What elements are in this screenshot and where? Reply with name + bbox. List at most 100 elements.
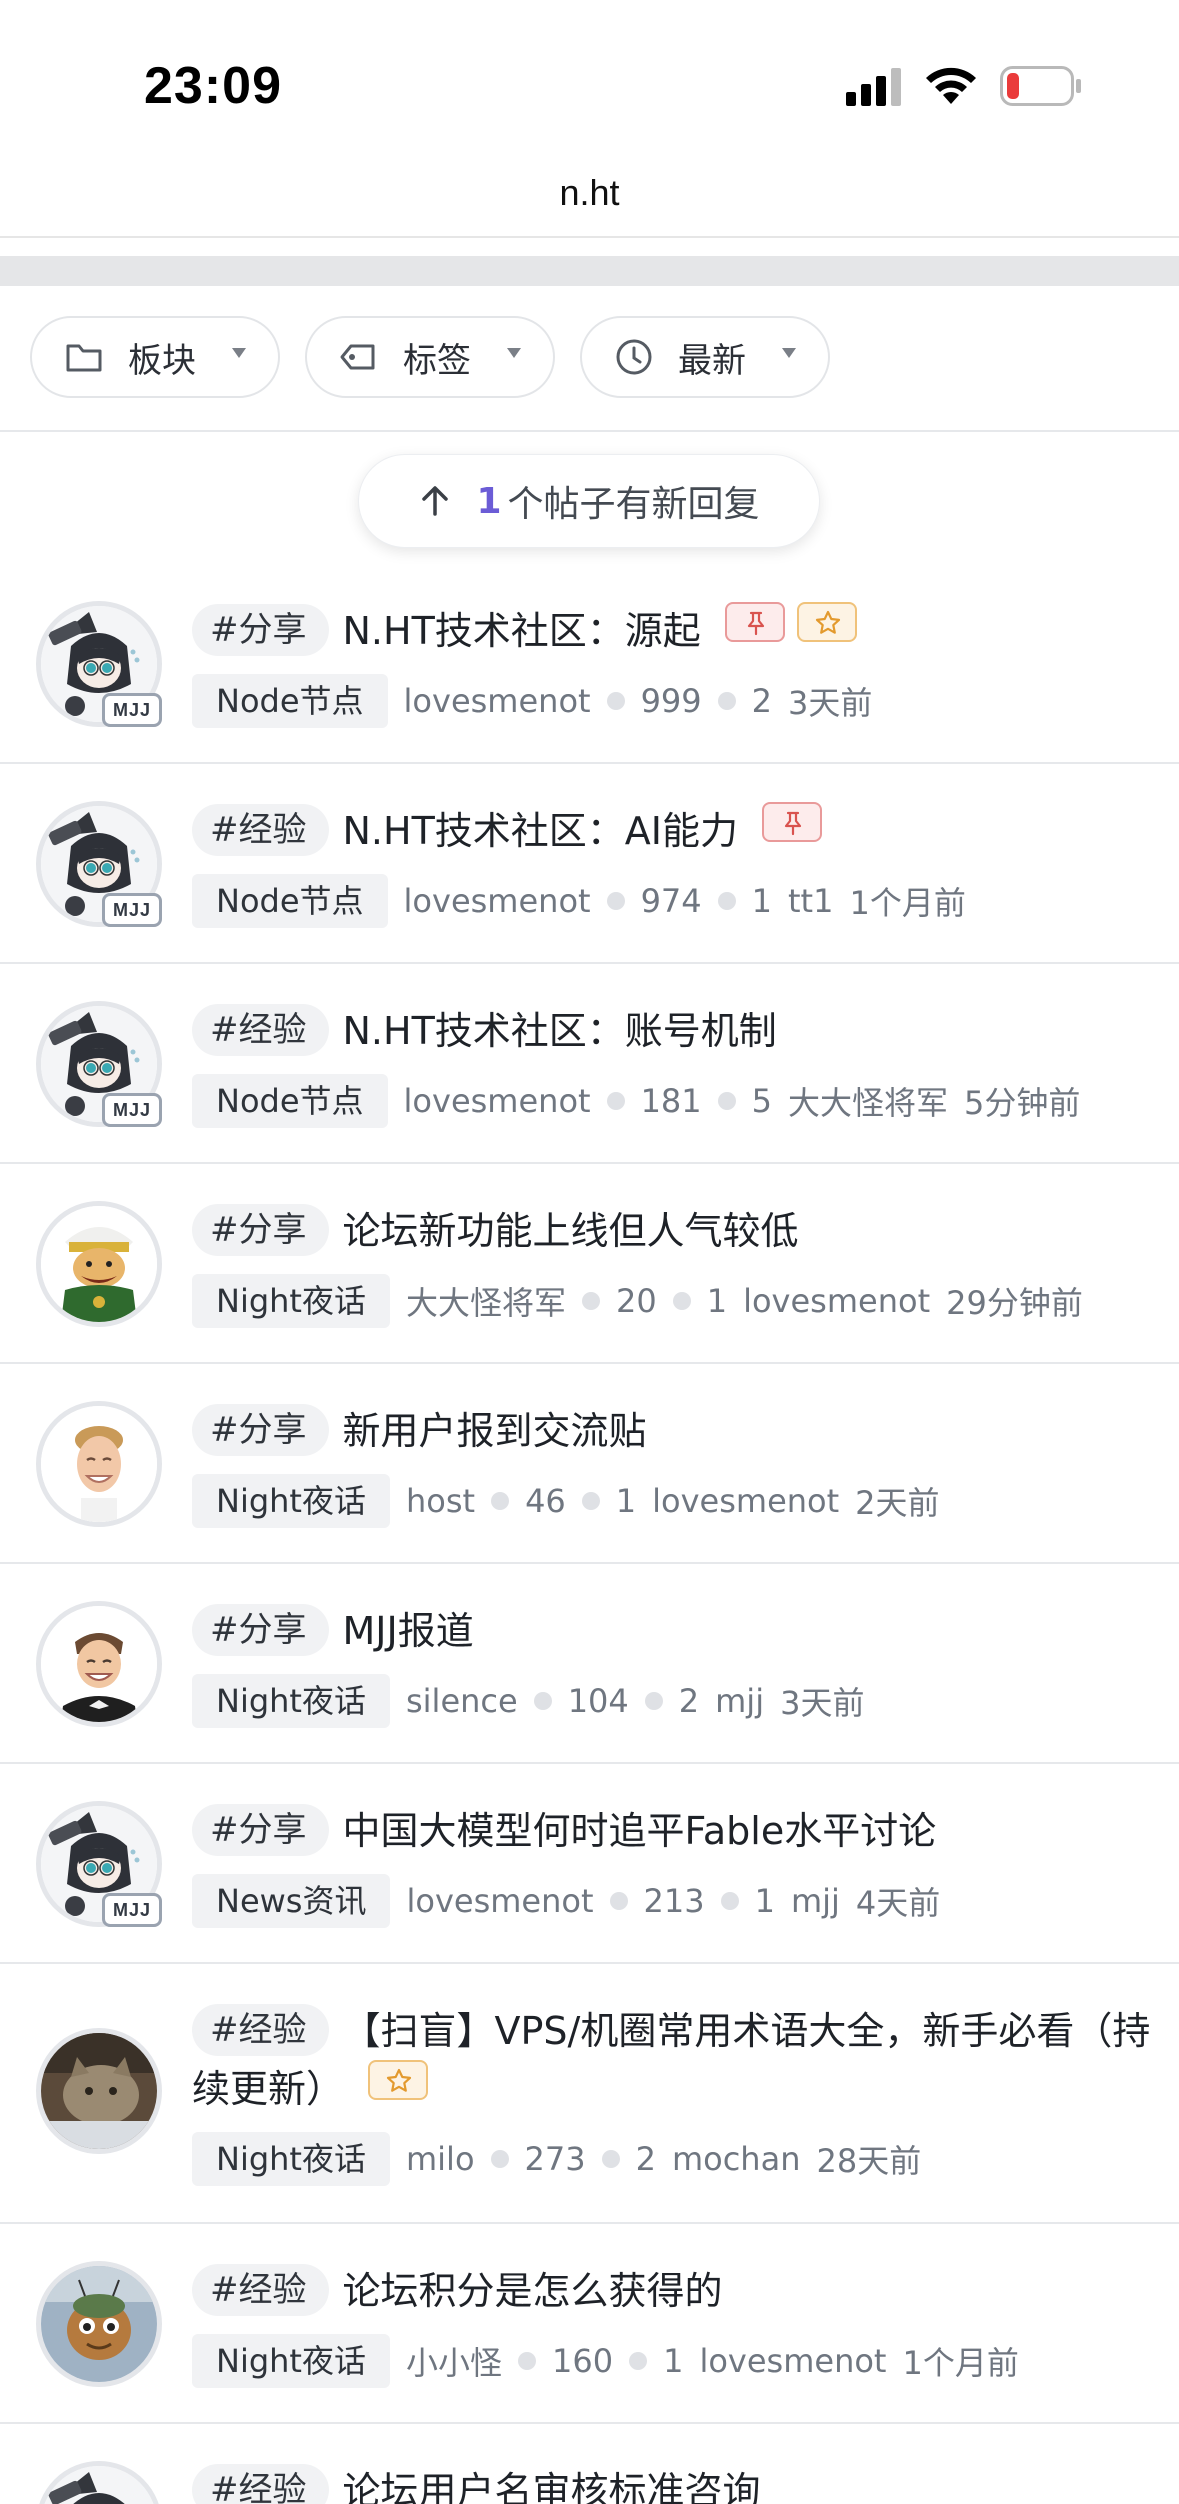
post-last-reply-user[interactable]: 大大怪将军 bbox=[788, 1078, 948, 1124]
post-item[interactable]: #经验 论坛积分是怎么获得的 Night夜话 小小怪 160 1 lovesmenot 1个… bbox=[0, 2224, 1179, 2424]
post-title[interactable]: N.HT技术社区：AI能力 bbox=[343, 809, 739, 853]
post-title-line[interactable]: #经验 论坛积分是怎么获得的 bbox=[192, 2262, 1159, 2320]
avatar[interactable] bbox=[36, 1601, 162, 1727]
post-tag[interactable]: #分享 bbox=[192, 1804, 329, 1856]
post-replies: 5 bbox=[751, 1082, 772, 1120]
pin-icon bbox=[762, 802, 823, 842]
post-title-line[interactable]: #经验 N.HT技术社区：AI能力 bbox=[192, 802, 1159, 860]
folder-icon bbox=[66, 344, 102, 372]
post-title-line[interactable]: #经验 N.HT技术社区：账号机制 bbox=[192, 1002, 1159, 1060]
post-item[interactable]: #经验 论坛用户名审核标准咨询 bbox=[0, 2424, 1179, 2504]
post-author[interactable]: host bbox=[406, 1482, 475, 1520]
post-replies: 1 bbox=[663, 2342, 684, 2380]
post-title[interactable]: 论坛积分是怎么获得的 bbox=[343, 2269, 723, 2313]
post-tag[interactable]: #分享 bbox=[192, 1404, 329, 1456]
avatar[interactable] bbox=[36, 2028, 162, 2154]
avatar-image bbox=[41, 2266, 157, 2382]
post-author[interactable]: lovesmenot bbox=[404, 682, 591, 720]
star-icon bbox=[796, 602, 857, 642]
post-replies: 2 bbox=[678, 1682, 700, 1720]
post-category[interactable]: Night夜话 bbox=[192, 2334, 390, 2388]
post-item[interactable]: #经验 【扫盲】VPS/机圈常用术语大全，新手必看（持续更新） Night夜话 mi… bbox=[0, 1964, 1179, 2224]
post-author[interactable]: lovesmenot bbox=[406, 1882, 593, 1920]
post-tag[interactable]: #经验 bbox=[192, 2004, 329, 2056]
post-item[interactable]: #经验 N.HT技术社区：账号机制 Node节点 lovesmenot 181 5 大大怪… bbox=[0, 964, 1179, 1164]
post-tag[interactable]: #分享 bbox=[192, 604, 329, 656]
avatar-image bbox=[41, 1606, 157, 1722]
avatar[interactable] bbox=[36, 1201, 162, 1327]
avatar[interactable] bbox=[36, 2461, 162, 2504]
filter-category-button[interactable]: 板块 bbox=[30, 316, 280, 398]
post-tag[interactable]: #经验 bbox=[192, 2264, 329, 2316]
dot-icon bbox=[609, 1892, 628, 1910]
post-last-reply-user[interactable]: lovesmenot bbox=[652, 1482, 839, 1520]
dot-icon bbox=[720, 1892, 739, 1910]
post-title-line[interactable]: #分享 论坛新功能上线但人气较低 bbox=[192, 1202, 1159, 1260]
post-title[interactable]: MJJ报道 bbox=[343, 1609, 474, 1653]
post-title[interactable]: 【扫盲】VPS/机圈常用术语大全，新手必看（持续更新） bbox=[192, 2009, 1150, 2111]
post-meta: Node节点 lovesmenot 999 2 3天前 bbox=[192, 674, 1159, 728]
status-bar: 23:09 n.ht bbox=[0, 0, 1179, 213]
post-category[interactable]: Node节点 bbox=[192, 874, 388, 928]
post-tag[interactable]: #经验 bbox=[192, 804, 329, 856]
post-item[interactable]: #分享 论坛新功能上线但人气较低 Night夜话 大大怪将军 20 1 lovesmeno… bbox=[0, 1164, 1179, 1364]
dot-icon bbox=[533, 1692, 552, 1710]
new-replies-text: 个帖子有新回复 bbox=[507, 484, 760, 525]
post-category[interactable]: Night夜话 bbox=[192, 1274, 390, 1328]
post-author[interactable]: milo bbox=[406, 2140, 475, 2178]
post-title-line[interactable]: #经验 论坛用户名审核标准咨询 bbox=[192, 2462, 1159, 2504]
dot-icon bbox=[629, 2352, 648, 2370]
post-title-line[interactable]: #分享 N.HT技术社区：源起 bbox=[192, 602, 1159, 660]
post-tag[interactable]: #经验 bbox=[192, 1004, 329, 1056]
post-tag[interactable]: #分享 bbox=[192, 1204, 329, 1256]
post-author[interactable]: silence bbox=[406, 1682, 518, 1720]
post-tag[interactable]: #经验 bbox=[192, 2464, 329, 2504]
post-category[interactable]: Night夜话 bbox=[192, 2132, 390, 2186]
post-replies: 2 bbox=[635, 2140, 656, 2178]
post-views: 20 bbox=[616, 1282, 657, 1320]
post-title[interactable]: 中国大模型何时追平Fable水平讨论 bbox=[343, 1809, 937, 1853]
post-title[interactable]: 论坛用户名审核标准咨询 bbox=[343, 2469, 761, 2504]
post-author[interactable]: 大大怪将军 bbox=[406, 1278, 566, 1324]
post-meta: Night夜话 大大怪将军 20 1 lovesmenot 29分钟前 bbox=[192, 1274, 1159, 1328]
post-replies: 1 bbox=[751, 882, 772, 920]
post-title[interactable]: N.HT技术社区：账号机制 bbox=[343, 1009, 777, 1053]
new-replies-button[interactable]: 1 个帖子有新回复 bbox=[358, 454, 820, 548]
post-last-reply-user[interactable]: lovesmenot bbox=[743, 1282, 930, 1320]
post-title-line[interactable]: #经验 【扫盲】VPS/机圈常用术语大全，新手必看（持续更新） bbox=[192, 2002, 1159, 2118]
post-author[interactable]: lovesmenot bbox=[404, 1082, 591, 1120]
post-item[interactable]: #分享 中国大模型何时追平Fable水平讨论 News资讯 lovesmenot 21… bbox=[0, 1764, 1179, 1964]
post-author[interactable]: lovesmenot bbox=[404, 882, 591, 920]
post-last-reply-user[interactable]: mjj bbox=[791, 1882, 840, 1920]
post-time: 1个月前 bbox=[902, 2344, 1019, 2382]
post-author[interactable]: 小小怪 bbox=[406, 2338, 502, 2384]
post-category[interactable]: Node节点 bbox=[192, 674, 388, 728]
post-title[interactable]: 新用户报到交流贴 bbox=[343, 1409, 647, 1453]
post-item[interactable]: #分享 新用户报到交流贴 Night夜话 host 46 1 lovesmenot 2天前 bbox=[0, 1364, 1179, 1564]
post-category[interactable]: Night夜话 bbox=[192, 1674, 390, 1728]
post-title[interactable]: 论坛新功能上线但人气较低 bbox=[343, 1209, 799, 1253]
post-category[interactable]: Night夜话 bbox=[192, 1474, 390, 1528]
post-last-reply-user[interactable]: mochan bbox=[672, 2140, 801, 2178]
post-category[interactable]: Node节点 bbox=[192, 1074, 388, 1128]
post-title-line[interactable]: #分享 新用户报到交流贴 bbox=[192, 1402, 1159, 1460]
post-tag[interactable]: #分享 bbox=[192, 1604, 329, 1656]
avatar[interactable] bbox=[36, 2261, 162, 2387]
address-bar-url[interactable]: n.ht bbox=[0, 172, 1179, 214]
post-time: 4天前 bbox=[855, 1884, 941, 1922]
filter-sort-button[interactable]: 最新 bbox=[580, 316, 830, 398]
post-last-reply-user[interactable]: lovesmenot bbox=[699, 2342, 886, 2380]
post-item[interactable]: #分享 N.HT技术社区：源起 Node节点 lovesmenot 999 2 3天前 M… bbox=[0, 564, 1179, 764]
filter-tag-button[interactable]: 标签 bbox=[305, 316, 555, 398]
post-last-reply-user[interactable]: tt1 bbox=[788, 882, 833, 920]
post-item[interactable]: #经验 N.HT技术社区：AI能力 Node节点 lovesmenot 974 1 tt1… bbox=[0, 764, 1179, 964]
post-title-line[interactable]: #分享 MJJ报道 bbox=[192, 1602, 1159, 1660]
post-last-reply-user[interactable]: mjj bbox=[715, 1682, 764, 1720]
post-time: 5分钟前 bbox=[964, 1084, 1081, 1122]
post-replies: 1 bbox=[615, 1482, 637, 1520]
post-title[interactable]: N.HT技术社区：源起 bbox=[343, 609, 701, 653]
post-title-line[interactable]: #分享 中国大模型何时追平Fable水平讨论 bbox=[192, 1802, 1159, 1860]
post-item[interactable]: #分享 MJJ报道 Night夜话 silence 104 2 mjj 3天前 bbox=[0, 1564, 1179, 1764]
post-category[interactable]: News资讯 bbox=[192, 1874, 391, 1928]
avatar[interactable] bbox=[36, 1401, 162, 1527]
